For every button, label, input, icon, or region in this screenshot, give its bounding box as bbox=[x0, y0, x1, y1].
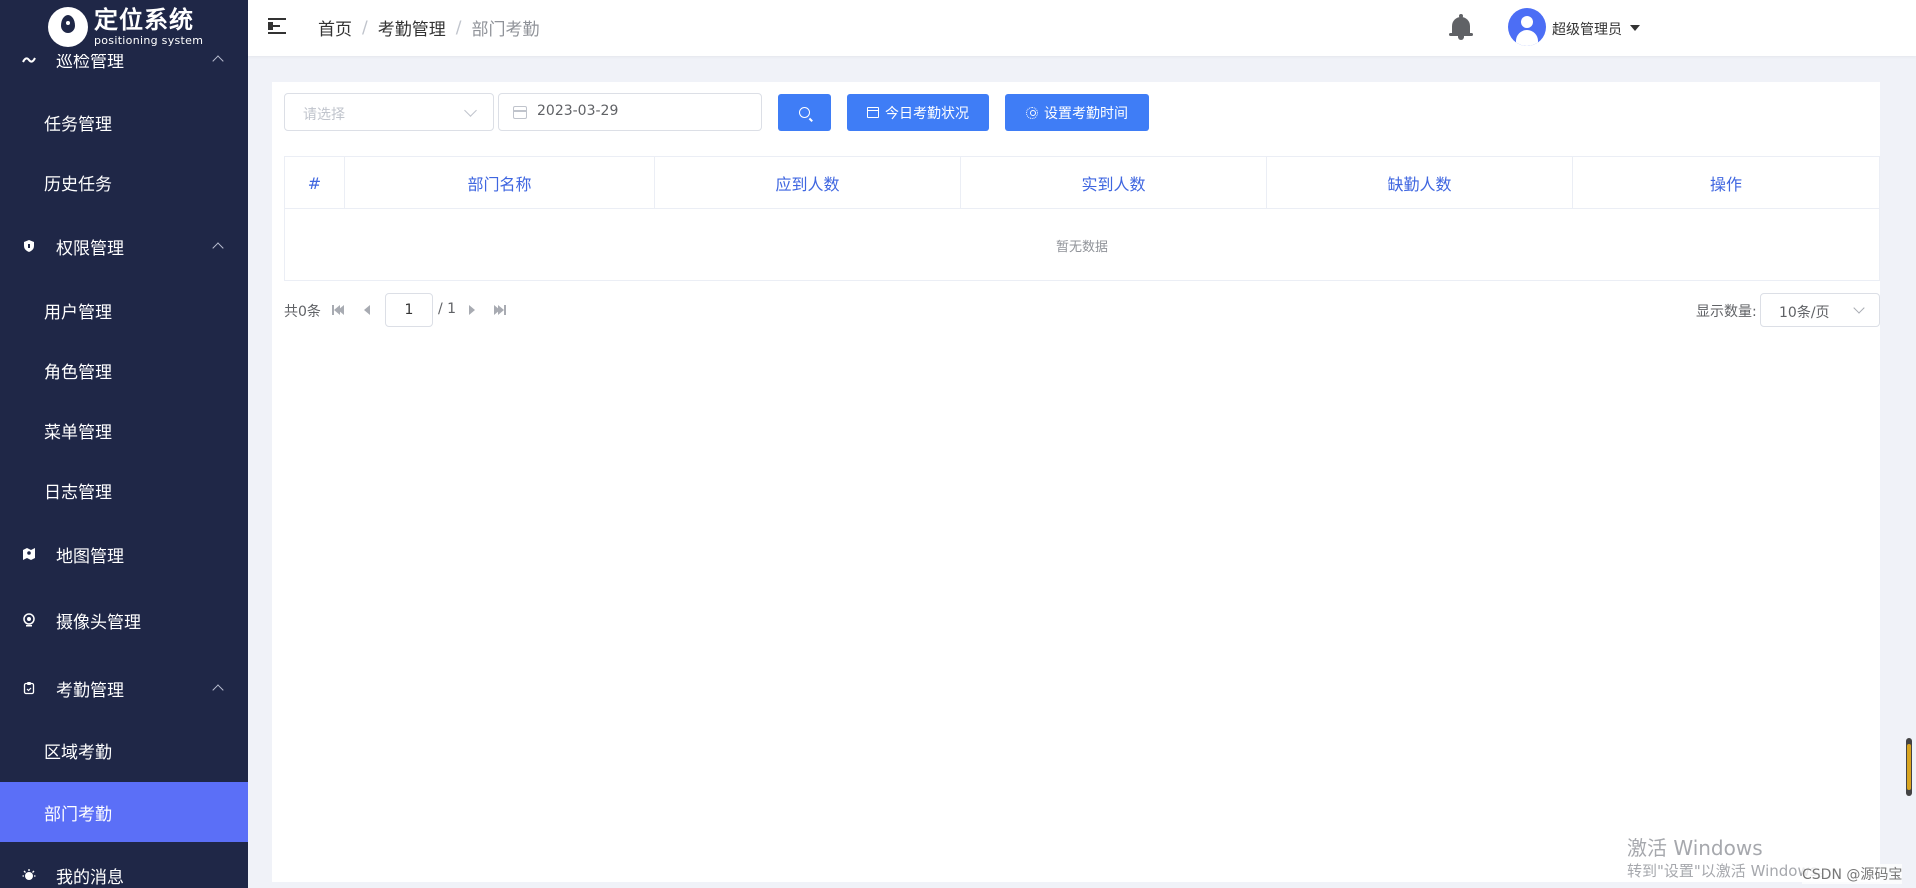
sidebar-item-history-tasks[interactable]: 历史任务 bbox=[0, 158, 248, 206]
shield-icon bbox=[22, 239, 36, 253]
sidebar-item-attendance[interactable]: 考勤管理 bbox=[0, 664, 248, 712]
column-header-present: 实到人数 bbox=[961, 157, 1267, 209]
column-header-absent: 缺勤人数 bbox=[1267, 157, 1573, 209]
sidebar-item-roles[interactable]: 角色管理 bbox=[0, 346, 248, 394]
logo-subtitle: positioning system bbox=[94, 34, 204, 47]
last-page-icon[interactable] bbox=[494, 305, 506, 315]
breadcrumb: 首页 / 考勤管理 / 部门考勤 bbox=[318, 15, 540, 41]
column-header-index: # bbox=[285, 157, 345, 209]
logo-icon bbox=[48, 7, 88, 47]
prev-page-icon[interactable] bbox=[362, 305, 374, 315]
bell-icon[interactable] bbox=[1448, 14, 1474, 42]
search-button[interactable] bbox=[778, 94, 831, 131]
sidebar-item-messages[interactable]: 我的消息 bbox=[0, 852, 248, 888]
select-placeholder: 请选择 bbox=[303, 107, 345, 123]
page-count: / 1 bbox=[438, 301, 457, 317]
sidebar-item-label: 考勤管理 bbox=[56, 680, 124, 701]
page-size-label: 显示数量: bbox=[1696, 304, 1757, 320]
sidebar-item-label: 区域考勤 bbox=[44, 742, 112, 763]
pagination-total: 共0条 bbox=[284, 304, 321, 320]
clipboard-icon bbox=[22, 681, 36, 695]
patrol-icon bbox=[22, 52, 36, 66]
calendar-icon bbox=[867, 107, 879, 118]
sidebar-item-label: 我的消息 bbox=[56, 867, 124, 888]
sidebar-item-task-management[interactable]: 任务管理 bbox=[0, 98, 248, 146]
map-icon bbox=[22, 547, 36, 561]
logo-title: 定位系统 bbox=[94, 6, 194, 34]
date-value: 2023-03-29 bbox=[537, 103, 619, 119]
empty-state: 暂无数据 bbox=[1055, 239, 1108, 255]
chevron-up-icon bbox=[212, 55, 224, 67]
first-page-icon[interactable] bbox=[332, 305, 344, 315]
scrollbar-thumb[interactable] bbox=[1906, 738, 1912, 796]
message-icon bbox=[22, 868, 36, 882]
column-header-expected: 应到人数 bbox=[655, 157, 961, 209]
sidebar-item-cameras[interactable]: 摄像头管理 bbox=[0, 596, 248, 644]
sidebar-item-label: 部门考勤 bbox=[44, 804, 112, 825]
sidebar-item-label: 日志管理 bbox=[44, 482, 112, 503]
sidebar-item-menus[interactable]: 菜单管理 bbox=[0, 406, 248, 454]
menu-toggle-icon[interactable] bbox=[268, 18, 288, 34]
page-size-select[interactable]: 10条/页 bbox=[1760, 293, 1880, 327]
chevron-up-icon bbox=[212, 242, 224, 254]
sidebar-item-maps[interactable]: 地图管理 bbox=[0, 530, 248, 578]
chevron-down-icon bbox=[464, 104, 477, 117]
sidebar-item-area-attendance[interactable]: 区域考勤 bbox=[0, 726, 248, 774]
breadcrumb-home[interactable]: 首页 bbox=[318, 15, 352, 40]
page-number-input[interactable]: 1 bbox=[385, 293, 433, 327]
column-header-department: 部门名称 bbox=[345, 157, 655, 209]
camera-icon bbox=[22, 613, 36, 627]
top-header: 首页 / 考勤管理 / 部门考勤 bbox=[248, 0, 1916, 56]
caret-down-icon[interactable] bbox=[1630, 25, 1640, 31]
breadcrumb-current: 部门考勤 bbox=[471, 20, 540, 40]
table-header: # 部门名称 应到人数 实到人数 缺勤人数 操作 bbox=[285, 157, 1879, 209]
sidebar-item-label: 地图管理 bbox=[56, 546, 124, 567]
sidebar-item-permissions[interactable]: 权限管理 bbox=[0, 222, 248, 270]
sidebar-item-label: 用户管理 bbox=[44, 302, 112, 323]
breadcrumb-attendance[interactable]: 考勤管理 bbox=[378, 15, 446, 40]
sidebar-item-users[interactable]: 用户管理 bbox=[0, 286, 248, 334]
username[interactable]: 超级管理员 bbox=[1552, 19, 1622, 39]
sidebar: 定位系统 positioning system 巡检管理 任务管理 历史任务 权… bbox=[0, 0, 248, 888]
sidebar-item-label: 权限管理 bbox=[56, 238, 124, 259]
csdn-credit: CSDN @源码宝 bbox=[1802, 864, 1903, 884]
search-icon bbox=[799, 107, 810, 118]
department-select[interactable]: 请选择 bbox=[284, 93, 494, 131]
today-attendance-button[interactable]: 今日考勤状况 bbox=[847, 94, 989, 131]
attendance-table: # 部门名称 应到人数 实到人数 缺勤人数 操作 暂无数据 bbox=[284, 156, 1880, 281]
avatar[interactable] bbox=[1508, 8, 1546, 46]
logo: 定位系统 positioning system bbox=[0, 0, 248, 54]
set-attendance-time-button[interactable]: 设置考勤时间 bbox=[1005, 94, 1149, 131]
sidebar-item-label: 任务管理 bbox=[44, 114, 112, 135]
column-header-actions: 操作 bbox=[1709, 175, 1742, 194]
date-picker[interactable]: 2023-03-29 bbox=[498, 93, 762, 131]
next-page-icon[interactable] bbox=[467, 305, 479, 315]
sidebar-item-label: 角色管理 bbox=[44, 362, 112, 383]
gear-icon bbox=[1026, 106, 1038, 119]
windows-activation-title: 激活 Windows bbox=[1627, 836, 1763, 860]
sidebar-item-label: 历史任务 bbox=[44, 174, 112, 195]
calendar-icon bbox=[513, 106, 527, 119]
sidebar-item-label: 摄像头管理 bbox=[56, 612, 141, 633]
sidebar-item-logs[interactable]: 日志管理 bbox=[0, 466, 248, 514]
chevron-up-icon bbox=[212, 684, 224, 696]
sidebar-item-department-attendance[interactable]: 部门考勤 bbox=[0, 782, 248, 842]
chevron-down-icon bbox=[1853, 302, 1865, 314]
sidebar-item-label: 菜单管理 bbox=[44, 422, 112, 443]
